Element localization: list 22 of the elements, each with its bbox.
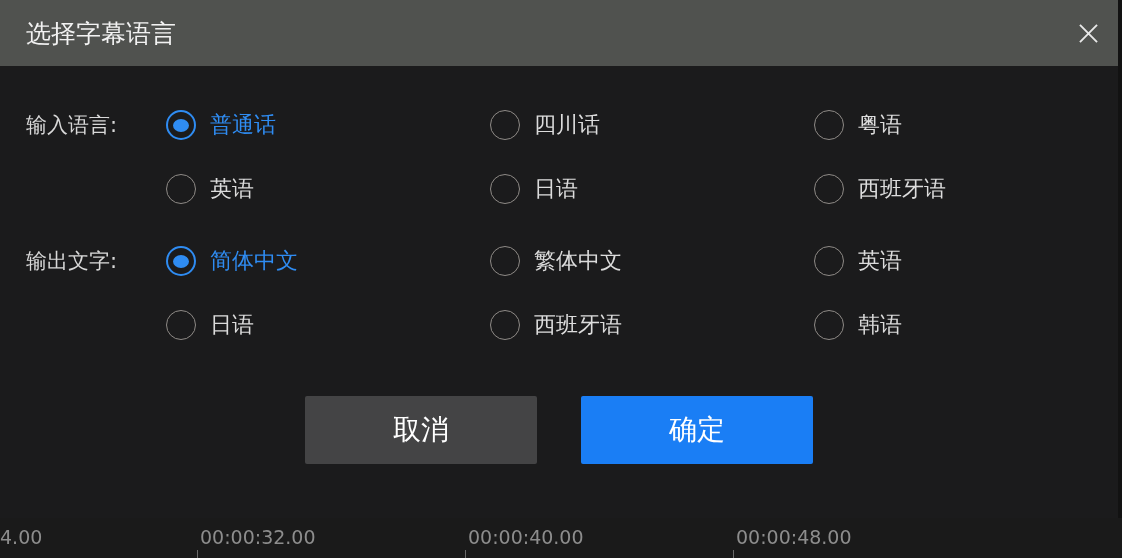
time-label: 4.00 bbox=[0, 526, 43, 548]
time-label: 00:00:32.00 bbox=[200, 526, 316, 548]
radio-option[interactable]: 粤语 bbox=[814, 110, 902, 140]
radio-option[interactable]: 日语 bbox=[166, 310, 254, 340]
cancel-button[interactable]: 取消 bbox=[305, 396, 537, 464]
field-label: 输出文字: bbox=[26, 248, 119, 275]
time-label: 00:00:40.00 bbox=[468, 526, 584, 548]
radio-option[interactable]: 英语 bbox=[814, 246, 902, 276]
radio-option[interactable]: 四川话 bbox=[490, 110, 600, 140]
radio-option[interactable]: 韩语 bbox=[814, 310, 902, 340]
close-icon[interactable] bbox=[1079, 23, 1098, 43]
window-title: 选择字幕语言 bbox=[26, 17, 176, 50]
radio-option[interactable]: 英语 bbox=[166, 174, 254, 204]
radio-option[interactable]: 日语 bbox=[490, 174, 578, 204]
time-label: 00:00:48.00 bbox=[736, 526, 852, 548]
field-label: 输入语言: bbox=[26, 112, 119, 139]
radio-option[interactable]: 繁体中文 bbox=[490, 246, 622, 276]
radio-option[interactable]: 西班牙语 bbox=[814, 174, 946, 204]
radio-option[interactable]: 西班牙语 bbox=[490, 310, 622, 340]
radio-option[interactable]: 普通话 bbox=[166, 110, 276, 140]
confirm-button[interactable]: 确定 bbox=[581, 396, 813, 464]
radio-option[interactable]: 简体中文 bbox=[166, 246, 298, 276]
